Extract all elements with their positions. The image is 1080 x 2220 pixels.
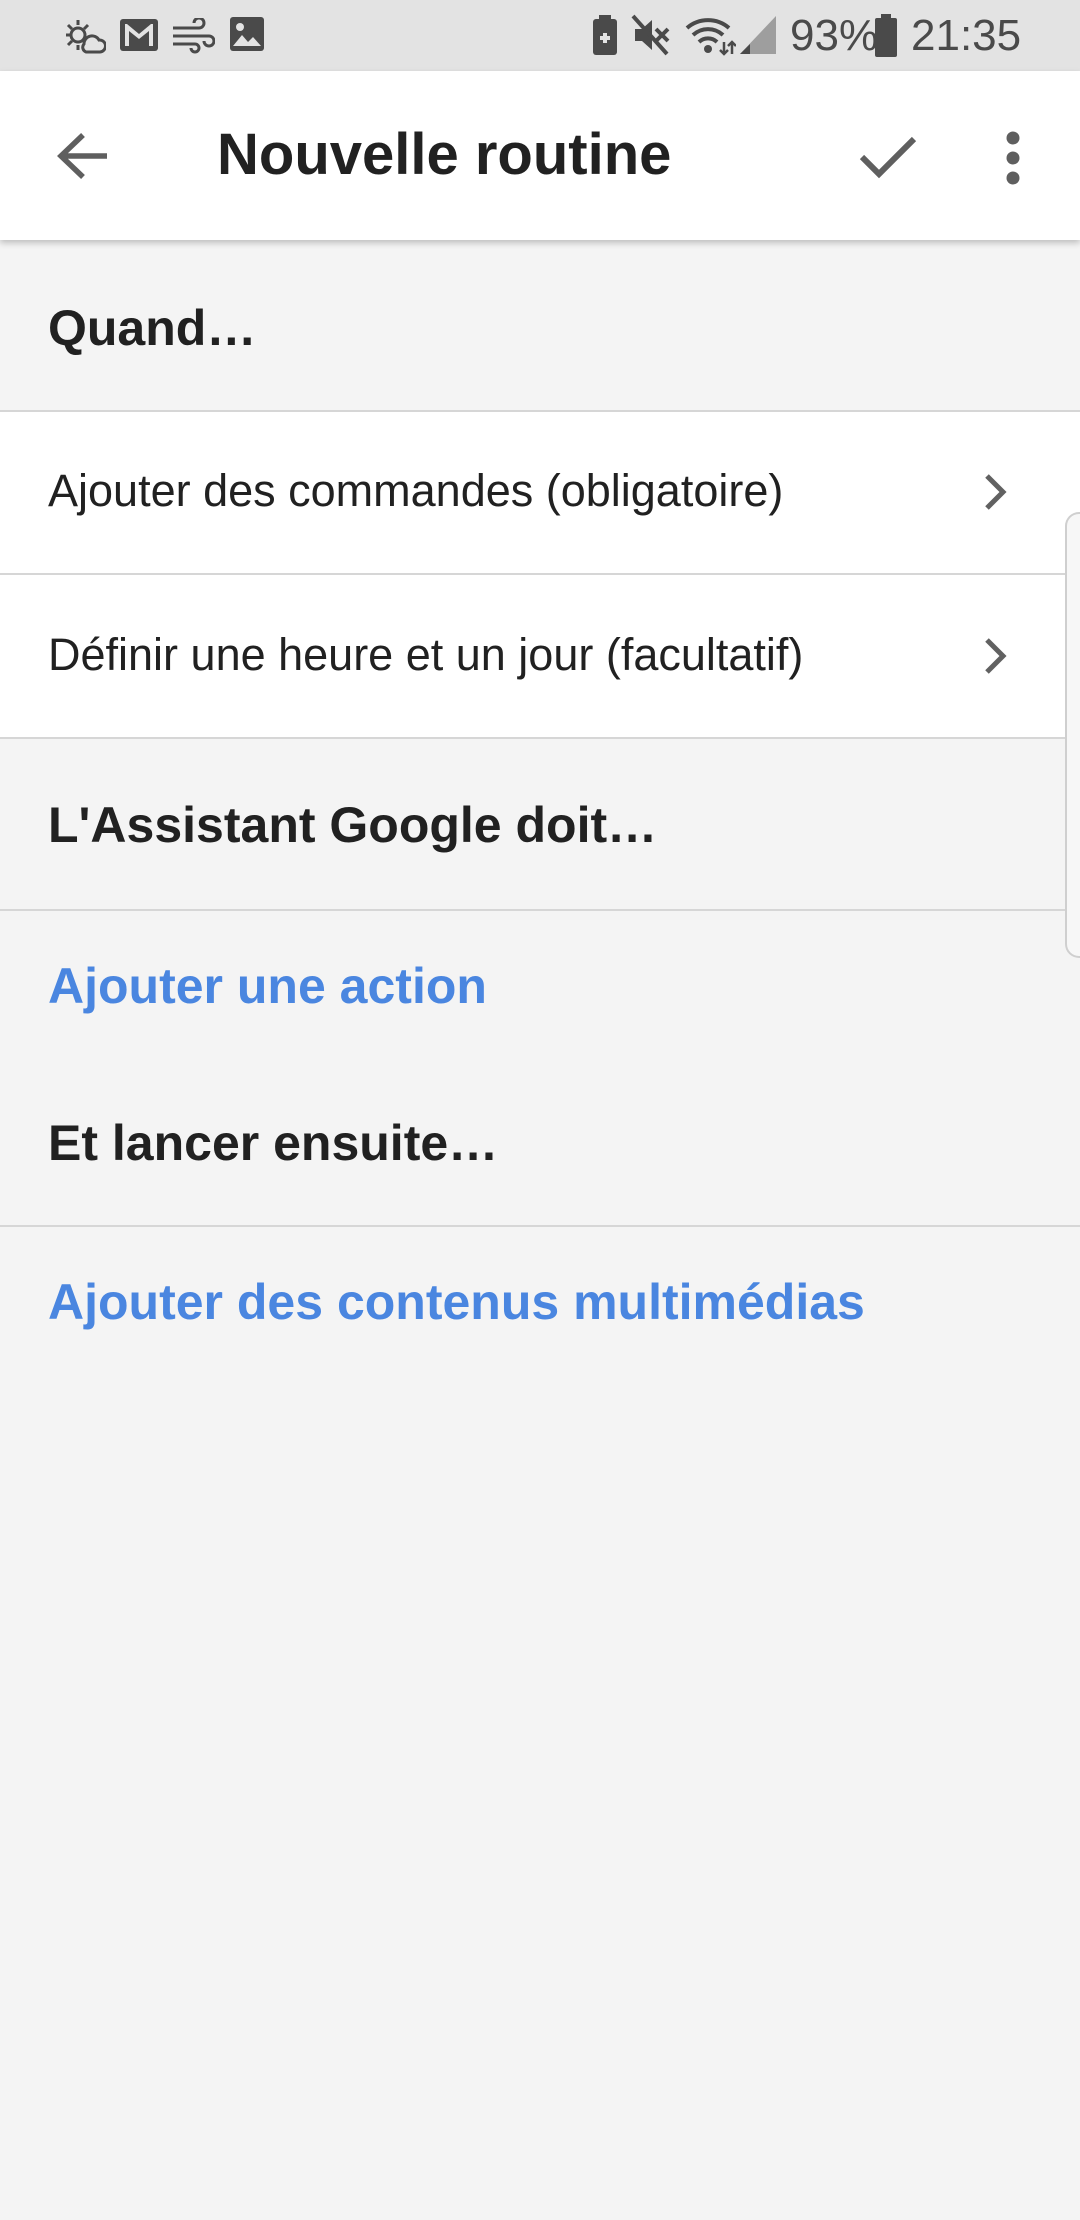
assistant-section-header: L'Assistant Google doit… — [0, 739, 1080, 909]
set-time-day-row[interactable]: Définir une heure et un jour (facultatif… — [0, 575, 1080, 737]
more-vert-icon[interactable] — [1003, 130, 1023, 186]
app-bar: Nouvelle routine — [0, 71, 1080, 240]
then-header-label: Et lancer ensuite… — [48, 1115, 499, 1171]
when-header-label: Quand… — [48, 300, 257, 356]
gmail-icon — [120, 19, 158, 51]
edge-panel-handle[interactable] — [1065, 512, 1080, 958]
signal-icon — [740, 16, 776, 54]
battery-icon — [875, 14, 897, 57]
battery-percent: 93% — [790, 11, 879, 60]
set-time-day-label: Définir une heure et un jour (facultatif… — [48, 629, 804, 680]
battery-saver-icon — [593, 15, 617, 55]
divider — [0, 1225, 1080, 1227]
divider — [0, 909, 1080, 911]
add-commands-label: Ajouter des commandes (obligatoire) — [48, 465, 784, 516]
mute-icon — [631, 14, 670, 56]
wind-icon — [173, 18, 215, 54]
add-action-link[interactable]: Ajouter une action — [48, 951, 487, 1021]
status-bar: 93% 21:35 — [0, 0, 1080, 71]
back-arrow-icon[interactable] — [55, 130, 111, 182]
add-media-link[interactable]: Ajouter des contenus multimédias — [48, 1267, 865, 1337]
assistant-header-label: L'Assistant Google doit… — [48, 797, 658, 853]
page-title: Nouvelle routine — [217, 122, 672, 187]
chevron-right-icon — [985, 474, 1007, 510]
clock: 21:35 — [911, 11, 1022, 60]
add-commands-row[interactable]: Ajouter des commandes (obligatoire) — [0, 412, 1080, 573]
gallery-icon — [230, 17, 264, 51]
when-section-header: Quand… — [0, 240, 1080, 410]
then-section-header: Et lancer ensuite… — [0, 1060, 1080, 1225]
weather-icon — [66, 20, 106, 54]
check-icon[interactable] — [858, 133, 918, 181]
wifi-icon — [685, 18, 736, 56]
chevron-right-icon — [985, 638, 1007, 674]
